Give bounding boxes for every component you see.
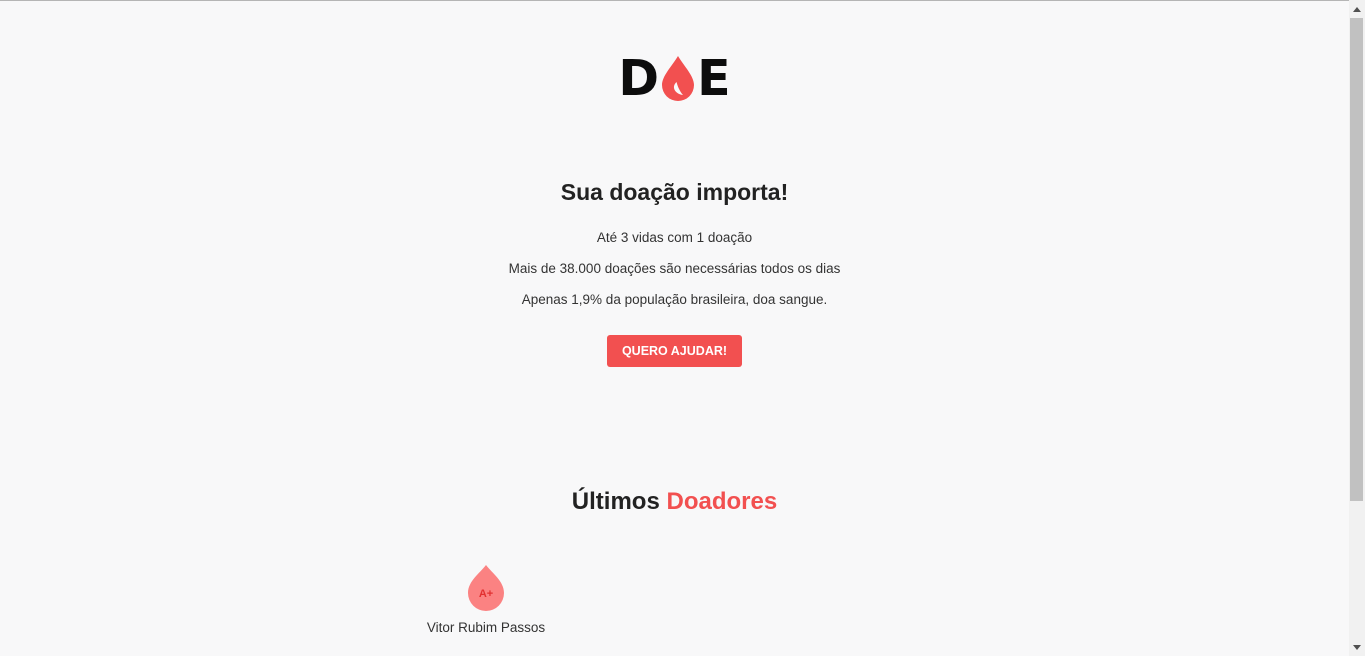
vertical-scrollbar[interactable] xyxy=(1349,0,1365,656)
scroll-up-arrow-icon[interactable] xyxy=(1349,1,1365,17)
hero-section: Sua doação importa! Até 3 vidas com 1 do… xyxy=(0,175,1349,367)
help-button[interactable]: QUERO AJUDAR! xyxy=(606,335,743,367)
donors-title-accent: Doadores xyxy=(666,488,778,515)
donors-title: Últimos Doadores xyxy=(0,486,1349,518)
hero-fact-1: Até 3 vidas com 1 doação xyxy=(596,230,753,245)
hero-fact-3: Apenas 1,9% da população brasileira, doa… xyxy=(521,292,828,307)
donor-card: A+ Vitor Rubim Passos xyxy=(412,562,560,635)
logo-letter-d: D xyxy=(618,49,660,107)
donor-blood-type: A+ xyxy=(479,588,493,600)
logo-letter-e: E xyxy=(697,49,731,107)
hero-fact-2: Mais de 38.000 doações são necessárias t… xyxy=(508,261,841,276)
page: D E Sua doação importa! Até 3 vidas com … xyxy=(0,0,1349,656)
logo: D E xyxy=(0,52,1349,104)
donors-title-main: Últimos xyxy=(571,488,660,515)
donor-name: Vitor Rubim Passos xyxy=(426,620,546,635)
hero-facts: Até 3 vidas com 1 doação Mais de 38.000 … xyxy=(0,222,1349,315)
blood-drop-icon xyxy=(662,56,695,101)
scroll-down-arrow-icon[interactable] xyxy=(1349,639,1365,655)
hero-title: Sua doação importa! xyxy=(560,179,789,205)
blood-drop-icon: A+ xyxy=(468,565,504,611)
scroll-thumb[interactable] xyxy=(1350,18,1363,501)
